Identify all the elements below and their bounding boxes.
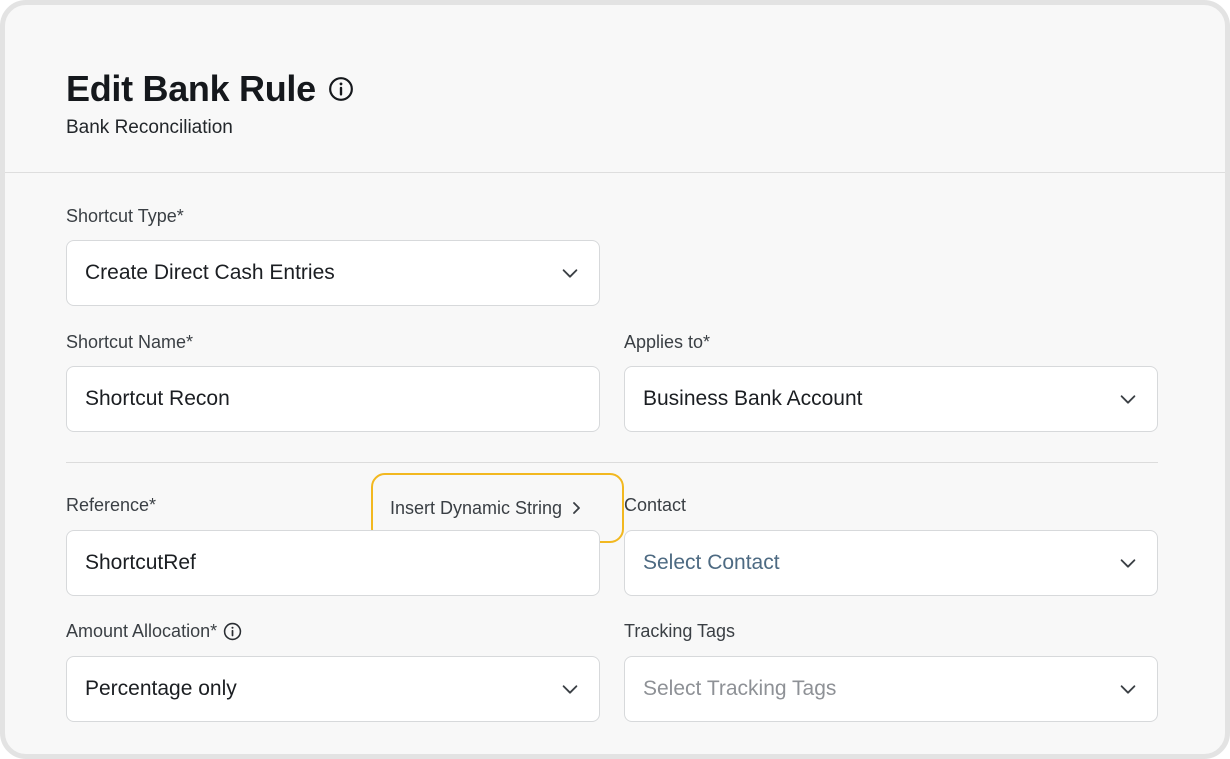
panel-header: Edit Bank Rule Bank Reconciliation xyxy=(5,5,1225,173)
page-title: Edit Bank Rule xyxy=(66,68,316,109)
contact-label: Contact xyxy=(624,495,687,515)
chevron-down-icon xyxy=(1120,559,1136,568)
section-divider xyxy=(66,462,1158,463)
shortcut-type-label: Shortcut Type* xyxy=(66,206,184,226)
edit-bank-rule-panel: Edit Bank Rule Bank Reconciliation Short… xyxy=(0,0,1230,759)
reference-input[interactable]: ShortcutRef xyxy=(66,530,600,596)
tracking-tags-placeholder: Select Tracking Tags xyxy=(643,677,837,700)
contact-placeholder: Select Contact xyxy=(643,551,780,574)
chevron-right-icon xyxy=(573,502,580,514)
page-subtitle: Bank Reconciliation xyxy=(66,117,233,138)
chevron-down-icon xyxy=(562,269,578,278)
amount-allocation-label-row: Amount Allocation* xyxy=(66,620,242,642)
shortcut-type-value: Create Direct Cash Entries xyxy=(85,261,335,284)
chevron-down-icon xyxy=(1120,395,1136,404)
tracking-tags-label: Tracking Tags xyxy=(624,621,736,641)
contact-select[interactable]: Select Contact xyxy=(624,530,1158,596)
shortcut-name-input[interactable]: Shortcut Recon xyxy=(66,366,600,432)
chevron-down-icon xyxy=(562,685,578,694)
shortcut-name-label: Shortcut Name* xyxy=(66,332,194,352)
reference-label: Reference* xyxy=(66,495,157,515)
applies-to-label: Applies to* xyxy=(624,332,711,352)
title-row: Edit Bank Rule xyxy=(66,67,354,111)
shortcut-type-select[interactable]: Create Direct Cash Entries xyxy=(66,240,600,306)
chevron-down-icon xyxy=(1120,685,1136,694)
tracking-tags-select[interactable]: Select Tracking Tags xyxy=(624,656,1158,722)
insert-dynamic-string-label: Insert Dynamic String xyxy=(390,497,563,518)
amount-allocation-label: Amount Allocation* xyxy=(66,621,218,641)
reference-value: ShortcutRef xyxy=(85,551,196,574)
amount-allocation-select[interactable]: Percentage only xyxy=(66,656,600,722)
info-icon[interactable] xyxy=(328,76,354,102)
info-icon[interactable] xyxy=(223,622,242,641)
shortcut-name-value: Shortcut Recon xyxy=(85,387,230,410)
applies-to-value: Business Bank Account xyxy=(643,387,863,410)
applies-to-select[interactable]: Business Bank Account xyxy=(624,366,1158,432)
amount-allocation-value: Percentage only xyxy=(85,677,237,700)
